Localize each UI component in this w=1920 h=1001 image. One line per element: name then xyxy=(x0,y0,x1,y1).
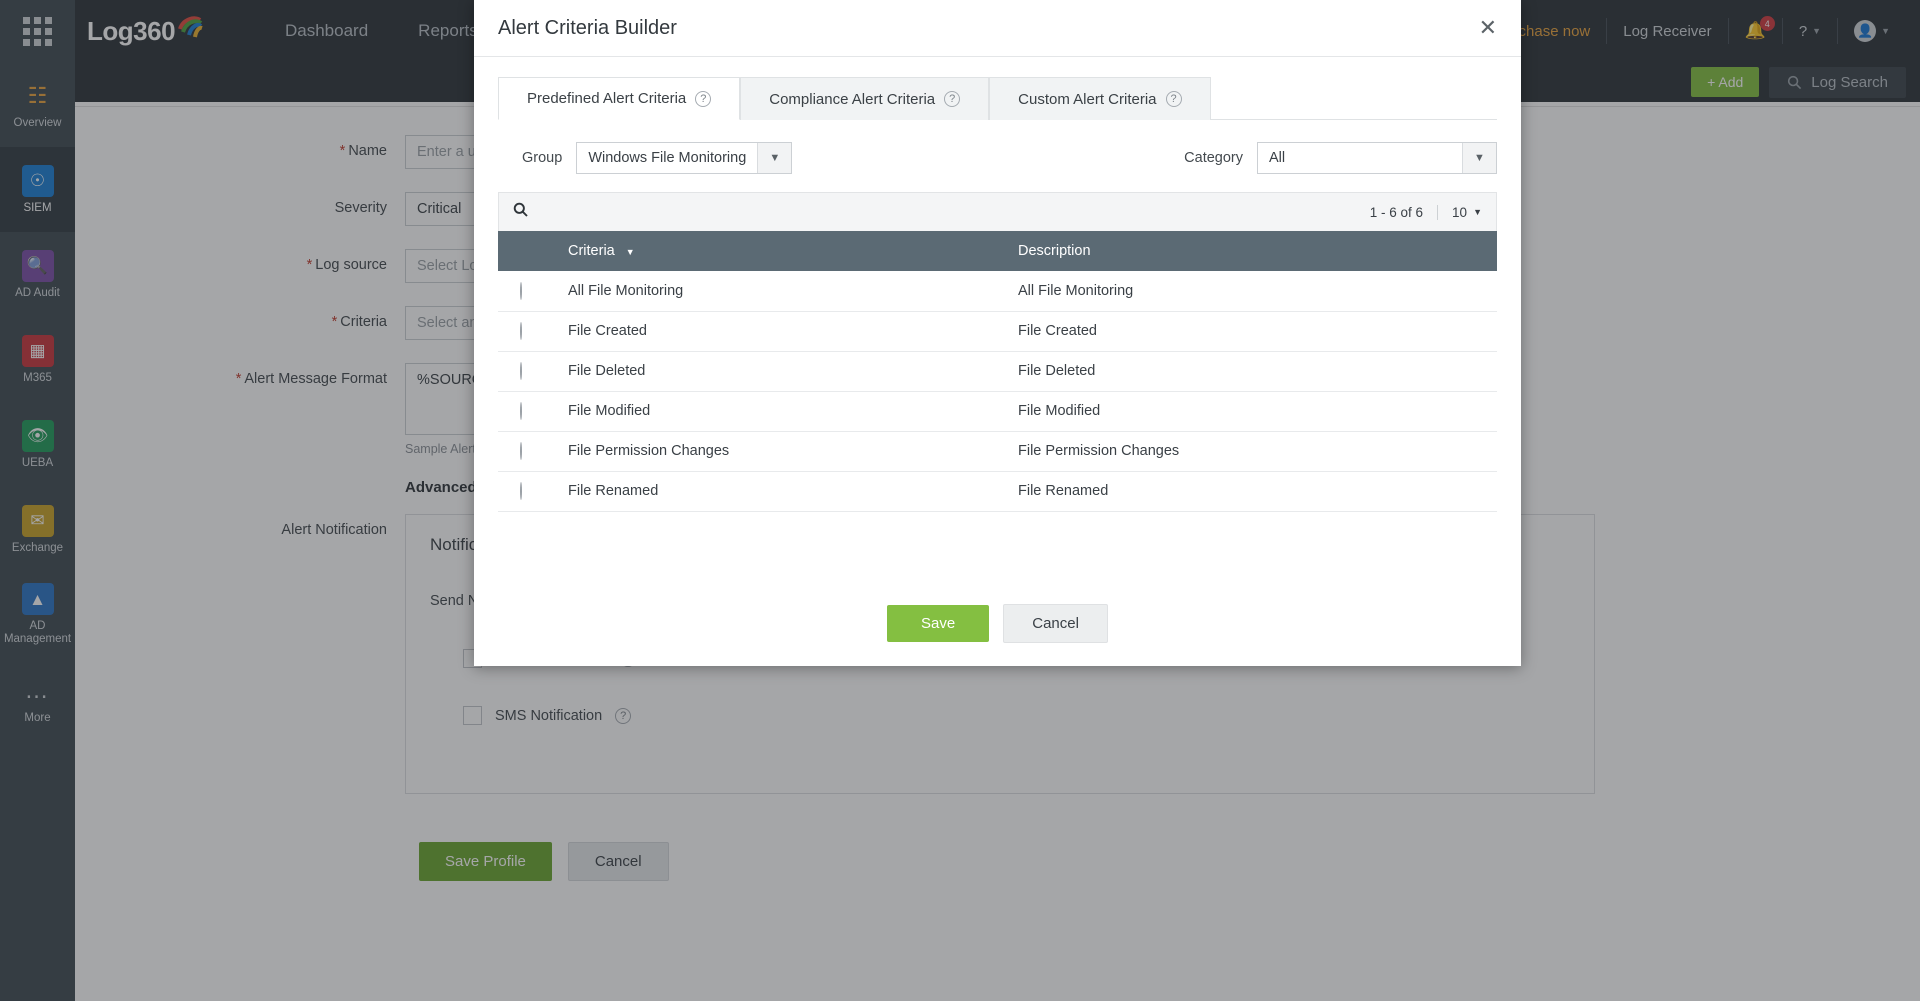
dialog-title: Alert Criteria Builder xyxy=(498,16,677,39)
dialog-cancel-button[interactable]: Cancel xyxy=(1003,603,1108,643)
criteria-search-bar: 1 - 6 of 6 10 ▼ xyxy=(498,192,1497,231)
criteria-search-input[interactable] xyxy=(539,204,1370,220)
row-radio-cell xyxy=(498,391,568,432)
table-row[interactable]: File Modified File Modified xyxy=(498,391,1497,432)
row-description: File Renamed xyxy=(1018,471,1497,512)
help-icon[interactable]: ? xyxy=(944,91,961,107)
row-radio-cell xyxy=(498,311,568,352)
tab-custom-alert-criteria[interactable]: Custom Alert Criteria ? xyxy=(989,77,1211,120)
row-criteria: File Modified xyxy=(568,391,1018,432)
group-select-value: Windows File Monitoring xyxy=(588,150,747,166)
row-radio-cell xyxy=(498,431,568,472)
column-description: Description xyxy=(1018,231,1497,271)
table-row[interactable]: File Permission Changes File Permission … xyxy=(498,431,1497,472)
table-row[interactable]: All File Monitoring All File Monitoring xyxy=(498,271,1497,312)
criteria-table: Criteria ▼ Description All File Monitori… xyxy=(498,231,1497,512)
pagination: 1 - 6 of 6 10 ▼ xyxy=(1369,204,1482,220)
tab-compliance-alert-criteria[interactable]: Compliance Alert Criteria ? xyxy=(740,77,990,120)
row-criteria: All File Monitoring xyxy=(568,271,1018,312)
sort-descending-icon: ▼ xyxy=(625,247,635,257)
category-filter: Category All ▼ xyxy=(1184,142,1497,174)
table-row[interactable]: File Deleted File Deleted xyxy=(498,351,1497,392)
row-description: File Modified xyxy=(1018,391,1497,432)
criteria-table-body: All File Monitoring All File Monitoring … xyxy=(498,271,1497,512)
chevron-down-icon: ▼ xyxy=(1462,143,1496,173)
criteria-radio[interactable] xyxy=(520,322,522,340)
dialog-tabs: Predefined Alert Criteria ? Compliance A… xyxy=(498,77,1497,120)
pagination-count: 1 - 6 of 6 xyxy=(1369,204,1424,220)
row-description: File Deleted xyxy=(1018,351,1497,392)
dialog-footer: Save Cancel xyxy=(474,580,1521,666)
chevron-down-icon: ▼ xyxy=(757,143,792,173)
criteria-radio[interactable] xyxy=(520,442,522,460)
row-criteria: File Deleted xyxy=(568,351,1018,392)
row-radio-cell xyxy=(498,271,568,312)
help-icon[interactable]: ? xyxy=(1165,91,1182,107)
row-criteria: File Created xyxy=(568,311,1018,352)
close-icon[interactable]: ✕ xyxy=(1479,17,1497,39)
group-select[interactable]: Windows File Monitoring ▼ xyxy=(576,142,793,174)
criteria-radio[interactable] xyxy=(520,402,522,420)
row-criteria: File Permission Changes xyxy=(568,431,1018,472)
group-label: Group xyxy=(522,150,563,166)
chevron-down-icon: ▼ xyxy=(1473,207,1482,217)
dialog-body: Group Windows File Monitoring ▼ Category… xyxy=(474,120,1521,580)
category-select[interactable]: All ▼ xyxy=(1257,142,1497,174)
tab-label: Predefined Alert Criteria xyxy=(527,90,687,107)
dialog-header: Alert Criteria Builder ✕ xyxy=(474,0,1521,57)
dialog-save-button[interactable]: Save xyxy=(887,604,990,642)
group-filter: Group Windows File Monitoring ▼ xyxy=(522,142,793,174)
tab-label: Compliance Alert Criteria xyxy=(769,90,936,108)
filter-row: Group Windows File Monitoring ▼ Category… xyxy=(498,120,1497,192)
page-size-selector[interactable]: 10 ▼ xyxy=(1437,204,1482,220)
search-icon[interactable] xyxy=(513,202,529,222)
row-description: File Permission Changes xyxy=(1018,431,1497,472)
table-row[interactable]: File Created File Created xyxy=(498,311,1497,352)
criteria-radio[interactable] xyxy=(520,482,522,500)
criteria-table-header: Criteria ▼ Description xyxy=(498,231,1497,271)
row-description: All File Monitoring xyxy=(1018,271,1497,312)
tab-label: Custom Alert Criteria xyxy=(1018,90,1157,108)
row-radio-cell xyxy=(498,471,568,512)
alert-criteria-builder-dialog: Alert Criteria Builder ✕ Predefined Aler… xyxy=(474,0,1521,666)
row-description: File Created xyxy=(1018,311,1497,352)
category-label: Category xyxy=(1184,150,1243,166)
column-criteria[interactable]: Criteria ▼ xyxy=(568,231,1018,271)
table-row[interactable]: File Renamed File Renamed xyxy=(498,471,1497,512)
row-criteria: File Renamed xyxy=(568,471,1018,512)
category-select-value: All xyxy=(1269,150,1286,166)
column-select xyxy=(498,231,568,271)
help-icon[interactable]: ? xyxy=(695,90,712,107)
page-size-value: 10 xyxy=(1452,204,1468,220)
criteria-radio[interactable] xyxy=(520,362,522,380)
criteria-radio[interactable] xyxy=(520,281,522,300)
row-radio-cell xyxy=(498,351,568,392)
tab-predefined-alert-criteria[interactable]: Predefined Alert Criteria ? xyxy=(498,77,741,120)
